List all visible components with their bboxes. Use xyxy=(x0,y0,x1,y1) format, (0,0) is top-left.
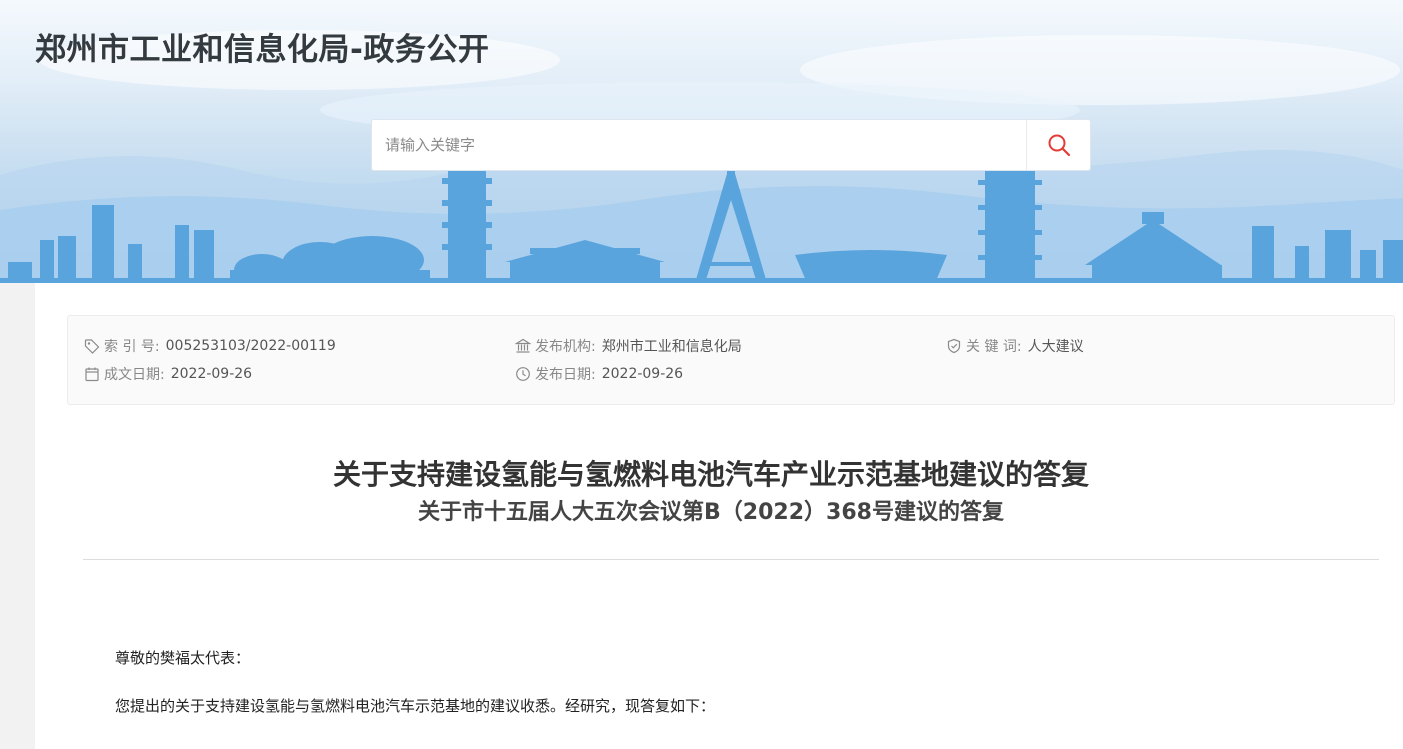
tag-icon xyxy=(84,338,100,354)
site-title: 郑州市工业和信息化局-政务公开 xyxy=(35,32,490,68)
left-gutter xyxy=(0,283,35,749)
meta-publisher: 发布机构: 郑州市工业和信息化局 xyxy=(515,336,742,356)
meta-index-value: 005253103/2022-00119 xyxy=(165,338,336,354)
article-intro: 您提出的关于支持建设氢能与氢燃料电池汽车示范基地的建议收悉。经研究，现答复如下： xyxy=(115,697,716,715)
meta-index-number: 索 引 号: 005253103/2022-00119 xyxy=(84,336,336,356)
header-banner: 郑州市工业和信息化局-政务公开 xyxy=(0,0,1403,283)
meta-publisher-label: 发布机构: xyxy=(535,339,596,355)
meta-written-date-label: 成文日期: xyxy=(104,367,165,383)
article-title: 关于支持建设氢能与氢燃料电池汽车产业示范基地建议的答复 xyxy=(332,458,1089,491)
article-subtitle: 关于市十五届人大五次会议第B（2022）368号建议的答复 xyxy=(418,500,1004,525)
search-button[interactable] xyxy=(1026,120,1090,170)
article-greeting: 尊敬的樊福太代表： xyxy=(115,649,251,667)
meta-publish-date-value: 2022-09-26 xyxy=(601,366,684,382)
meta-keyword-value: 人大建议 xyxy=(1027,339,1084,355)
search-input[interactable] xyxy=(372,120,1026,170)
bank-icon xyxy=(515,338,531,354)
shield-icon xyxy=(946,338,962,354)
meta-keyword: 关 键 词: 人大建议 xyxy=(946,336,1084,356)
meta-keyword-label: 关 键 词: xyxy=(966,339,1022,355)
meta-written-date-value: 2022-09-26 xyxy=(170,366,253,382)
title-divider xyxy=(83,559,1379,560)
meta-written-date: 成文日期: 2022-09-26 xyxy=(84,364,252,384)
calendar-icon xyxy=(84,366,100,382)
clock-icon xyxy=(515,366,531,382)
meta-publish-date-label: 发布日期: xyxy=(535,367,596,383)
meta-publisher-value: 郑州市工业和信息化局 xyxy=(601,339,742,355)
meta-index-label: 索 引 号: xyxy=(104,339,160,355)
meta-publish-date: 发布日期: 2022-09-26 xyxy=(515,364,683,384)
main-content: 索 引 号: 005253103/2022-00119 发布机构: 郑州市工业和… xyxy=(35,283,1403,749)
document-meta-panel: 索 引 号: 005253103/2022-00119 发布机构: 郑州市工业和… xyxy=(67,315,1395,405)
search-bar xyxy=(371,119,1091,171)
search-icon xyxy=(1048,134,1070,157)
